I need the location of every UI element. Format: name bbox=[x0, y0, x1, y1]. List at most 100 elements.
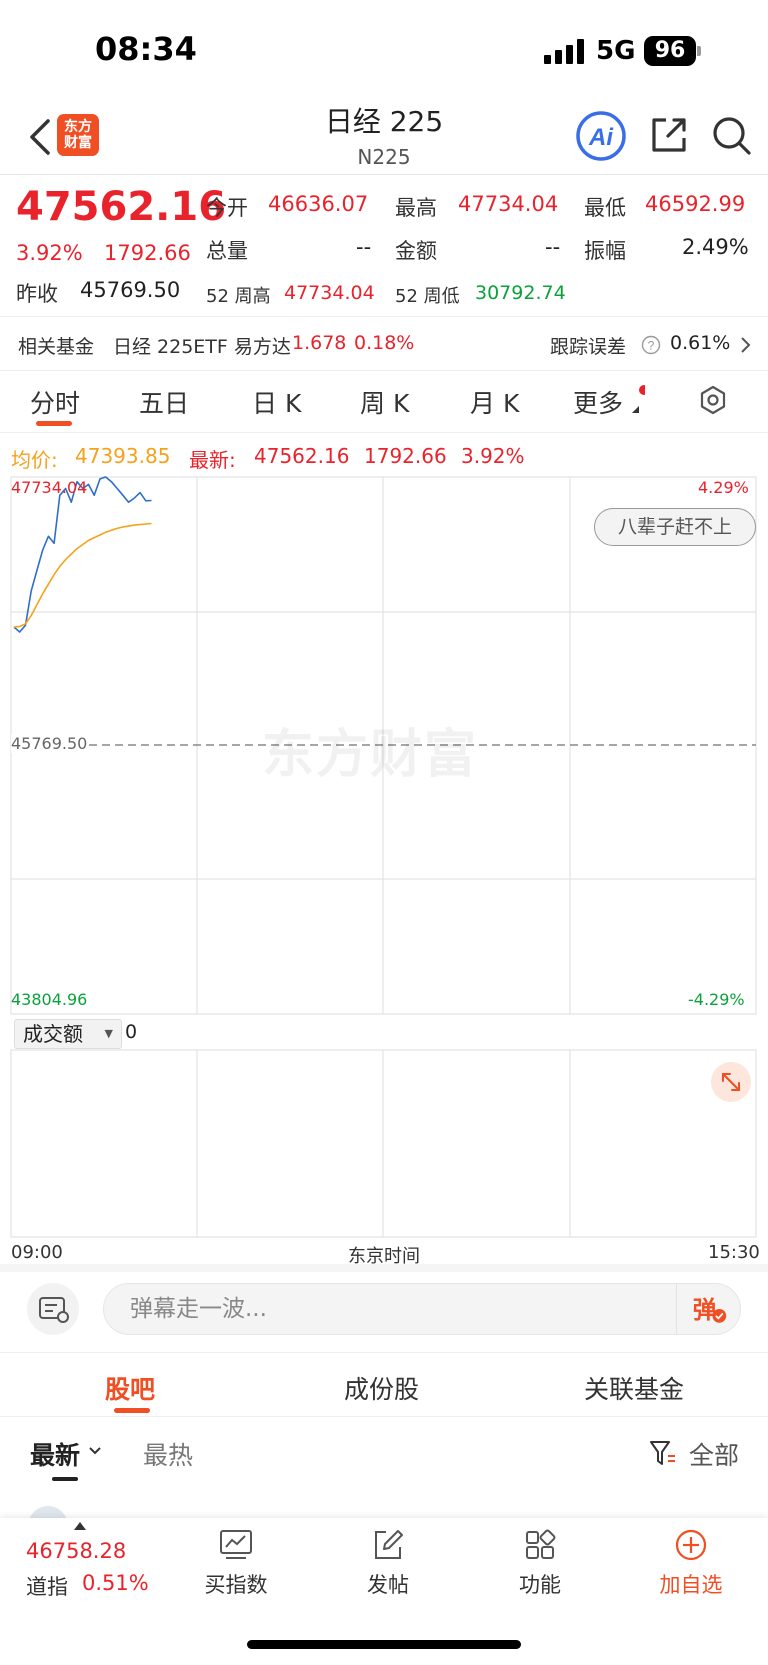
divider bbox=[0, 1352, 768, 1353]
tab-intraday[interactable]: 分时 bbox=[30, 384, 80, 420]
tab-five-day[interactable]: 五日 bbox=[139, 384, 189, 420]
y-axis-mid: 45769.50 bbox=[11, 734, 90, 753]
pct-axis-bottom: -4.29% bbox=[688, 990, 745, 1009]
amplitude-value: 2.49% bbox=[682, 235, 749, 259]
section-tab-underline bbox=[114, 1408, 150, 1413]
battery-tip bbox=[697, 46, 701, 56]
filter-all[interactable]: 全部 bbox=[689, 1436, 739, 1472]
latest-value: 47562.16 bbox=[254, 444, 350, 468]
y-axis-bottom: 43804.96 bbox=[11, 990, 88, 1009]
open-value: 46636.07 bbox=[268, 192, 369, 216]
volume-value: -- bbox=[356, 235, 372, 259]
danmaku-send-icon[interactable]: 弹 bbox=[676, 1284, 740, 1334]
danmaku-input[interactable]: 弹幕走一波... bbox=[103, 1283, 741, 1335]
caret-up-icon bbox=[74, 1522, 86, 1530]
dow-index-pct[interactable]: 0.51% bbox=[82, 1571, 149, 1595]
volume-grid bbox=[10, 1049, 757, 1238]
network-type: 5G bbox=[596, 36, 636, 66]
search-icon[interactable] bbox=[710, 114, 754, 158]
tracking-error-value: 0.61% bbox=[670, 332, 731, 354]
volume-selector[interactable]: 成交额 ▼ bbox=[14, 1019, 122, 1049]
prev-close-label: 昨收 bbox=[16, 282, 58, 306]
share-icon[interactable] bbox=[648, 114, 690, 156]
post-label: 发帖 bbox=[367, 1573, 409, 1597]
tab-weekly-k[interactable]: 周 K bbox=[360, 384, 409, 420]
chevron-down-icon bbox=[89, 1447, 101, 1455]
prev-close-value: 45769.50 bbox=[80, 278, 181, 302]
tracking-error-label: 跟踪误差 bbox=[550, 336, 627, 358]
avg-price-label: 均价: bbox=[11, 448, 58, 472]
tab-constituents[interactable]: 成份股 bbox=[344, 1370, 419, 1406]
badge-pill[interactable]: 八辈子赶不上 bbox=[594, 508, 756, 546]
svg-text:Ai: Ai bbox=[588, 124, 614, 151]
divider bbox=[0, 1416, 768, 1417]
functions-button[interactable]: 功能 bbox=[490, 1527, 590, 1599]
add-watchlist-button[interactable]: 加自选 bbox=[641, 1527, 741, 1599]
latest-label: 最新: bbox=[189, 448, 236, 472]
fund-label: 相关基金 bbox=[18, 336, 95, 358]
tab-more[interactable]: 更多 bbox=[573, 384, 623, 420]
post-button[interactable]: 发帖 bbox=[338, 1527, 438, 1599]
fund-price: 1.678 bbox=[292, 332, 347, 354]
chevron-right-icon bbox=[741, 337, 751, 353]
high-value: 47734.04 bbox=[458, 192, 559, 216]
latest-pct: 3.92% bbox=[461, 444, 525, 468]
battery-icon: 96 bbox=[644, 36, 696, 66]
danmaku-send-label: 弹 bbox=[693, 1296, 717, 1324]
series-layer bbox=[13, 476, 152, 633]
svg-text:?: ? bbox=[648, 339, 655, 353]
52wk-low-label: 52 周低 bbox=[395, 286, 460, 307]
more-indicator-icon bbox=[632, 385, 645, 413]
add-watchlist-label: 加自选 bbox=[659, 1573, 723, 1597]
section-separator bbox=[0, 1264, 768, 1272]
high-label: 最高 bbox=[395, 196, 437, 220]
functions-label: 功能 bbox=[519, 1573, 561, 1597]
tab-underline bbox=[36, 421, 72, 426]
tab-forum[interactable]: 股吧 bbox=[105, 1370, 155, 1406]
ai-assistant-icon[interactable]: Ai bbox=[575, 110, 627, 162]
low-value: 46592.99 bbox=[645, 192, 746, 216]
change-percent: 3.92% bbox=[16, 241, 83, 265]
open-label: 今开 bbox=[206, 196, 248, 220]
52wk-high-label: 52 周高 bbox=[206, 286, 271, 307]
divider bbox=[0, 174, 768, 175]
watermark: 东方财富 bbox=[262, 725, 479, 785]
amplitude-label: 振幅 bbox=[584, 239, 626, 263]
x-axis-end: 15:30 bbox=[708, 1242, 760, 1263]
danmaku-settings-icon[interactable] bbox=[27, 1283, 79, 1335]
status-time: 08:34 bbox=[95, 30, 197, 68]
add-circle-icon bbox=[675, 1529, 707, 1561]
signal-icon bbox=[544, 38, 586, 64]
avg-price-value: 47393.85 bbox=[75, 444, 171, 468]
chart-icon bbox=[220, 1530, 252, 1559]
current-price: 47562.16 bbox=[16, 184, 227, 230]
home-indicator bbox=[247, 1640, 521, 1649]
fund-change: 0.18% bbox=[354, 332, 415, 354]
tab-monthly-k[interactable]: 月 K bbox=[470, 384, 519, 420]
related-fund-row[interactable]: 相关基金 日经 225ETF 易方达 1.678 0.18% 跟踪误差 ? 0.… bbox=[0, 316, 768, 368]
feed-tab-underline bbox=[52, 1477, 78, 1481]
help-icon[interactable]: ? bbox=[641, 335, 661, 355]
52wk-high-value: 47734.04 bbox=[284, 282, 375, 304]
tab-daily-k[interactable]: 日 K bbox=[252, 384, 301, 420]
intraday-chart[interactable] bbox=[0, 470, 768, 1250]
tab-related-funds[interactable]: 关联基金 bbox=[584, 1370, 684, 1406]
feed-tab-hot[interactable]: 最热 bbox=[143, 1436, 193, 1472]
volume-selector-label: 成交额 bbox=[23, 1022, 83, 1046]
divider bbox=[0, 370, 768, 371]
filter-icon[interactable] bbox=[648, 1437, 678, 1469]
volume-value: 0 bbox=[125, 1021, 138, 1043]
dow-index-value[interactable]: 46758.28 bbox=[26, 1539, 126, 1563]
amount-value: -- bbox=[545, 235, 561, 259]
volume-label: 总量 bbox=[206, 239, 248, 263]
latest-change: 1792.66 bbox=[364, 444, 447, 468]
buy-index-button[interactable]: 买指数 bbox=[186, 1527, 286, 1599]
grid-icon bbox=[526, 1529, 556, 1559]
52wk-low-value: 30792.74 bbox=[475, 282, 566, 304]
buy-index-label: 买指数 bbox=[204, 1573, 268, 1597]
feed-tab-latest[interactable]: 最新 bbox=[30, 1436, 80, 1472]
pct-axis-top: 4.29% bbox=[698, 478, 749, 497]
dow-index-name[interactable]: 道指 bbox=[26, 1571, 68, 1601]
settings-icon[interactable] bbox=[697, 384, 729, 416]
expand-icon[interactable] bbox=[711, 1062, 751, 1102]
